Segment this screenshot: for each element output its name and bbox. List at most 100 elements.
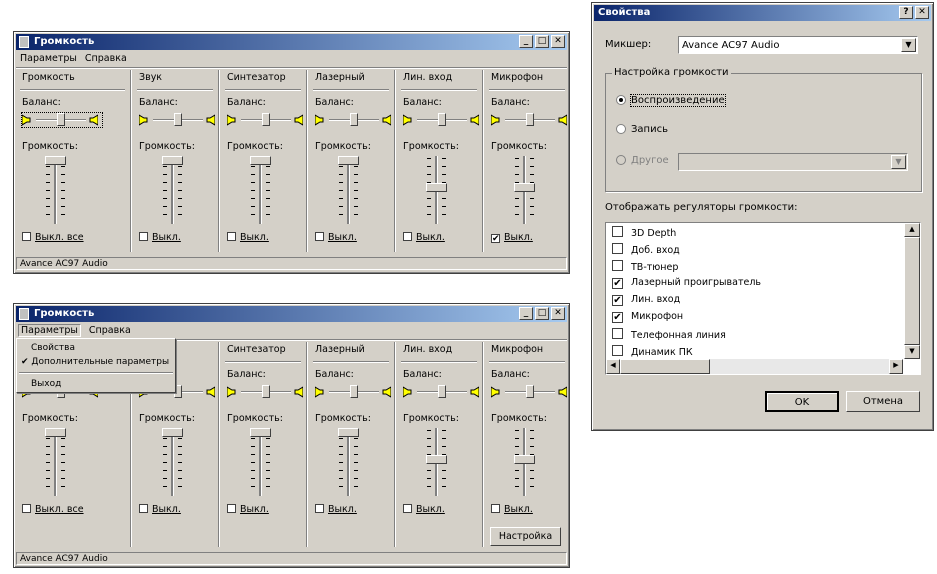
volume-thumb[interactable] bbox=[338, 428, 359, 437]
volume-thumb[interactable] bbox=[250, 156, 271, 165]
vertical-scrollbar[interactable]: ▲ ▼ bbox=[904, 223, 920, 359]
mute-checkbox[interactable]: Выкл. все bbox=[22, 232, 84, 243]
scroll-left-arrow-icon[interactable]: ◀ bbox=[606, 359, 620, 374]
volume-thumb[interactable] bbox=[45, 156, 66, 165]
volume-slider[interactable] bbox=[241, 428, 281, 496]
radio-record[interactable]: Запись bbox=[616, 124, 668, 135]
scroll-right-arrow-icon[interactable]: ▶ bbox=[889, 359, 903, 374]
balance-thumb[interactable] bbox=[526, 385, 534, 398]
list-item[interactable]: ТВ-тюнер bbox=[612, 260, 678, 274]
menu-help[interactable]: Справка bbox=[85, 53, 127, 64]
radio-other[interactable]: Другое bbox=[616, 155, 669, 166]
scroll-thumb[interactable] bbox=[904, 237, 920, 345]
maximize-button[interactable]: □ bbox=[535, 35, 549, 48]
volume-slider[interactable] bbox=[505, 428, 545, 496]
volume-thumb[interactable] bbox=[514, 454, 535, 464]
volume-slider[interactable] bbox=[329, 156, 369, 224]
title-bar[interactable]: Громкость _ □ ✕ bbox=[16, 306, 567, 322]
volume-thumb[interactable] bbox=[426, 454, 447, 464]
balance-slider[interactable] bbox=[314, 385, 395, 399]
help-button[interactable]: ? bbox=[899, 6, 913, 19]
cancel-button[interactable]: Отмена bbox=[846, 391, 920, 412]
volume-slider[interactable] bbox=[329, 428, 369, 496]
volume-thumb[interactable] bbox=[162, 428, 183, 437]
volume-thumb[interactable] bbox=[45, 428, 66, 437]
mute-checkbox[interactable]: Выкл. bbox=[491, 504, 533, 515]
volume-slider[interactable] bbox=[36, 428, 76, 496]
balance-thumb[interactable] bbox=[526, 113, 534, 126]
controls-list[interactable]: 3D Depth Доб. вход ТВ-тюнер ✔ Лазерный проиг… bbox=[605, 222, 921, 375]
balance-slider[interactable] bbox=[226, 113, 307, 127]
menu-parameters[interactable]: Параметры bbox=[20, 53, 77, 64]
mute-checkbox[interactable]: Выкл. bbox=[139, 232, 181, 243]
menu-item-exit[interactable]: Выход bbox=[31, 379, 61, 389]
horizontal-scrollbar[interactable]: ◀ ▶ bbox=[606, 359, 903, 374]
balance-thumb[interactable] bbox=[262, 385, 270, 398]
chevron-down-icon[interactable]: ▼ bbox=[891, 155, 906, 169]
other-device-select[interactable]: ▼ bbox=[678, 153, 908, 171]
list-item[interactable]: Доб. вход bbox=[612, 243, 680, 257]
volume-slider[interactable] bbox=[505, 156, 545, 224]
balance-slider[interactable] bbox=[21, 112, 103, 128]
volume-thumb[interactable] bbox=[162, 156, 183, 165]
maximize-button[interactable]: □ bbox=[535, 307, 549, 320]
volume-slider[interactable] bbox=[241, 156, 281, 224]
title-bar[interactable]: Громкость _ □ ✕ bbox=[16, 34, 567, 50]
balance-slider[interactable] bbox=[402, 385, 483, 399]
mute-checkbox[interactable]: Выкл. bbox=[139, 504, 181, 515]
scroll-up-arrow-icon[interactable]: ▲ bbox=[904, 223, 920, 237]
balance-slider[interactable] bbox=[138, 113, 219, 127]
list-item[interactable]: 3D Depth bbox=[612, 226, 676, 240]
minimize-button[interactable]: _ bbox=[519, 307, 533, 320]
balance-thumb[interactable] bbox=[262, 113, 270, 126]
title-bar[interactable]: Свойства ? ✕ bbox=[594, 5, 931, 21]
scroll-down-arrow-icon[interactable]: ▼ bbox=[904, 345, 920, 359]
list-item[interactable]: ✔ Лазерный проигрыватель bbox=[612, 277, 761, 289]
volume-thumb[interactable] bbox=[426, 182, 447, 192]
mute-checkbox[interactable]: Выкл. bbox=[227, 232, 269, 243]
radio-playback[interactable]: Воспроизведение bbox=[616, 94, 726, 107]
close-button[interactable]: ✕ bbox=[551, 35, 565, 48]
menu-item-properties[interactable]: Свойства bbox=[31, 343, 75, 353]
menu-item-advanced[interactable]: ✔ Дополнительные параметры bbox=[21, 357, 169, 367]
list-item[interactable]: Динамик ПК bbox=[612, 345, 693, 359]
volume-slider[interactable] bbox=[417, 156, 457, 224]
balance-thumb[interactable] bbox=[438, 385, 446, 398]
mute-checkbox[interactable]: Выкл. все bbox=[22, 504, 84, 515]
close-button[interactable]: ✕ bbox=[915, 6, 929, 19]
mixer-select[interactable]: Avance AC97 Audio ▼ bbox=[678, 36, 918, 54]
balance-slider[interactable] bbox=[490, 385, 571, 399]
balance-thumb[interactable] bbox=[438, 113, 446, 126]
list-item[interactable]: ✔ Микрофон bbox=[612, 311, 683, 323]
balance-slider[interactable] bbox=[402, 113, 483, 127]
volume-slider[interactable] bbox=[153, 156, 193, 224]
mute-checkbox[interactable]: ✔ Выкл. bbox=[491, 232, 533, 244]
menu-parameters[interactable]: Параметры bbox=[18, 324, 81, 337]
balance-thumb[interactable] bbox=[174, 113, 182, 126]
balance-thumb[interactable] bbox=[350, 385, 358, 398]
minimize-button[interactable]: _ bbox=[519, 35, 533, 48]
volume-slider[interactable] bbox=[153, 428, 193, 496]
menu-help[interactable]: Справка bbox=[89, 325, 131, 336]
volume-thumb[interactable] bbox=[338, 156, 359, 165]
list-item[interactable]: Телефонная линия bbox=[612, 328, 726, 342]
close-button[interactable]: ✕ bbox=[551, 307, 565, 320]
scroll-thumb[interactable] bbox=[620, 359, 710, 374]
volume-thumb[interactable] bbox=[514, 182, 535, 192]
balance-slider[interactable] bbox=[314, 113, 395, 127]
settings-button[interactable]: Настройка bbox=[490, 527, 561, 546]
volume-thumb[interactable] bbox=[250, 428, 271, 437]
mute-checkbox[interactable]: Выкл. bbox=[227, 504, 269, 515]
volume-slider[interactable] bbox=[417, 428, 457, 496]
chevron-down-icon[interactable]: ▼ bbox=[901, 38, 916, 52]
mute-checkbox[interactable]: Выкл. bbox=[315, 232, 357, 243]
balance-slider[interactable] bbox=[226, 385, 307, 399]
mute-checkbox[interactable]: Выкл. bbox=[403, 504, 445, 515]
balance-thumb[interactable] bbox=[57, 113, 65, 126]
mute-checkbox[interactable]: Выкл. bbox=[315, 504, 357, 515]
ok-button[interactable]: OK bbox=[765, 391, 839, 412]
list-item[interactable]: ✔ Лин. вход bbox=[612, 294, 680, 306]
volume-slider[interactable] bbox=[36, 156, 76, 224]
balance-thumb[interactable] bbox=[350, 113, 358, 126]
balance-slider[interactable] bbox=[490, 113, 571, 127]
